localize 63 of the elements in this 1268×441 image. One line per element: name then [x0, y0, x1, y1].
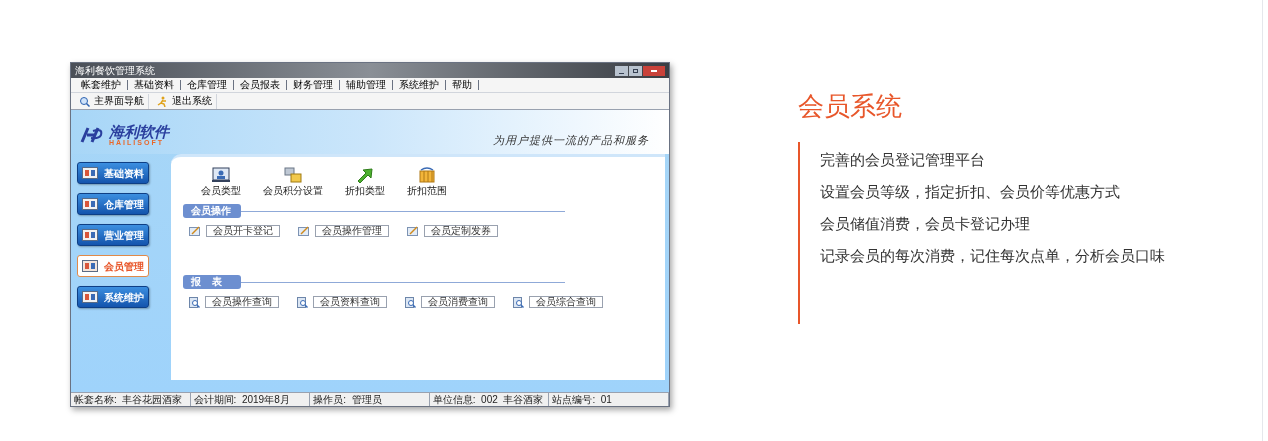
function-button[interactable]: 会员开卡登记: [206, 225, 280, 237]
function-button[interactable]: 会员操作管理: [315, 225, 389, 237]
magnifier-icon: [79, 95, 90, 107]
maximize-button[interactable]: [629, 65, 642, 76]
slogan: 为用户提供一流的产品和服务: [493, 132, 649, 148]
menu-item[interactable]: 系统维护: [393, 80, 446, 90]
logo-mark-icon: [79, 126, 105, 144]
pencil-icon: [298, 226, 310, 236]
function-button[interactable]: 会员定制发券: [424, 225, 498, 237]
feature-line: 完善的会员登记管理平台: [820, 150, 986, 170]
menu-item[interactable]: 帮助: [446, 80, 479, 90]
menu-item[interactable]: 辅助管理: [340, 80, 393, 90]
tile-icon: [82, 260, 98, 272]
section-header: 会员操作: [183, 204, 241, 218]
toolbar-button[interactable]: 主界面导航: [75, 93, 149, 109]
running-figure-icon: [157, 95, 168, 107]
function-button[interactable]: 会员综合查询: [529, 296, 603, 308]
menu-item[interactable]: 会员报表: [234, 80, 287, 90]
quick-launch-button[interactable]: 会员类型: [201, 167, 241, 196]
magnifier-icon: [297, 296, 308, 308]
minimize-button[interactable]: [615, 65, 628, 76]
magnifier-icon: [405, 296, 416, 308]
window-title: 海利餐饮管理系统: [75, 65, 155, 76]
quick-launch-button[interactable]: 会员积分设置: [263, 167, 323, 196]
function-button[interactable]: 会员资料查询: [313, 296, 387, 308]
status-field: 单位信息: 002 丰谷酒家: [429, 393, 550, 406]
quick-launch-button[interactable]: 折扣范围: [407, 167, 447, 196]
sidebar-button[interactable]: 系统维护: [77, 286, 149, 308]
status-field: 会计期间: 2019年8月: [190, 393, 311, 406]
magnifier-icon: [513, 296, 524, 308]
status-field: 帐套名称: 丰谷花园酒家: [71, 393, 191, 406]
section-header: 报 表: [183, 275, 241, 289]
stacked-squares-icon: [284, 167, 302, 183]
tile-icon: [82, 167, 98, 179]
tile-icon: [82, 291, 98, 303]
close-button[interactable]: [643, 65, 665, 76]
feature-line: 会员储值消费，会员卡登记办理: [820, 214, 1031, 234]
id-card-icon: [212, 167, 230, 183]
sidebar-button[interactable]: 会员管理: [77, 255, 149, 277]
quick-launch-button[interactable]: 折扣类型: [345, 167, 385, 196]
function-button[interactable]: 会员消费查询: [421, 296, 495, 308]
logo-text: 海利软件: [109, 124, 169, 139]
sidebar-button[interactable]: 仓库管理: [77, 193, 149, 215]
menu-item[interactable]: 帐套维护: [75, 80, 128, 90]
sidebar-button[interactable]: 营业管理: [77, 224, 149, 246]
status-field: 操作员: 管理员: [310, 393, 430, 406]
tile-icon: [82, 198, 98, 210]
menu-item[interactable]: 财务管理: [287, 80, 340, 90]
feature-title: 会员系统: [798, 90, 903, 123]
pencil-icon: [189, 226, 201, 236]
pencil-icon: [407, 226, 419, 236]
grid-icon: [418, 167, 436, 183]
feature-line: 设置会员等级，指定折扣、会员价等优惠方式: [820, 182, 1121, 202]
menu-item[interactable]: 仓库管理: [181, 80, 234, 90]
tile-icon: [82, 229, 98, 241]
arrow-icon: [356, 167, 374, 183]
magnifier-icon: [189, 296, 200, 308]
status-field: 站点编号: 01: [549, 393, 669, 406]
toolbar-button[interactable]: 退出系统: [153, 93, 217, 109]
feature-line: 记录会员的每次消费，记住每次点单，分析会员口味: [820, 246, 1165, 266]
menu-item[interactable]: 基础资料: [128, 80, 181, 90]
function-button[interactable]: 会员操作查询: [205, 296, 279, 308]
sidebar-button[interactable]: 基础资料: [77, 162, 149, 184]
